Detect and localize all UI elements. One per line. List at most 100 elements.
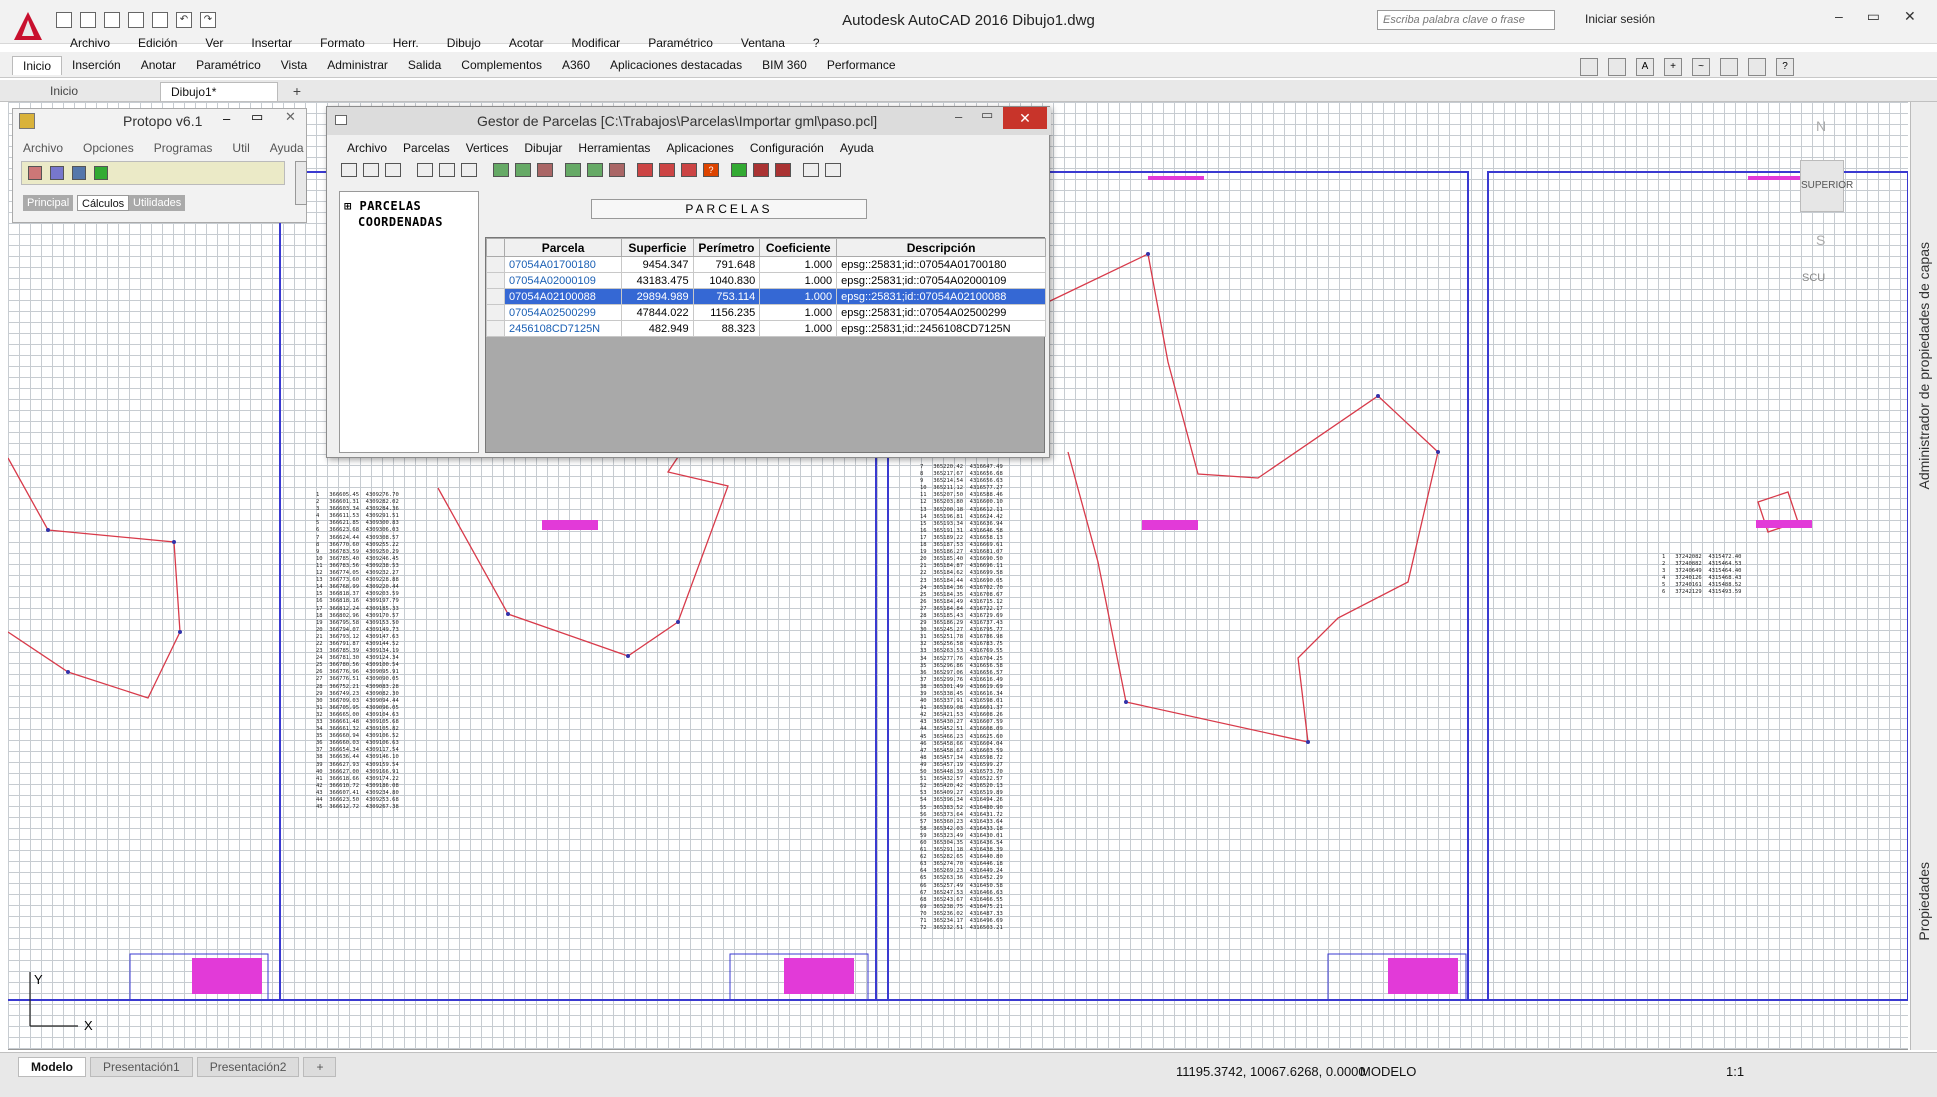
tree-view[interactable]: ⊞ PARCELAS COORDENADAS	[339, 191, 479, 453]
coordinate-readout[interactable]: 11195.3742, 10067.6268, 0.0000	[1176, 1064, 1366, 1079]
menu-dibujo[interactable]: Dibujo	[433, 34, 495, 52]
gml-icon[interactable]	[461, 163, 477, 177]
open-file-icon[interactable]	[363, 163, 379, 177]
tool-icon[interactable]	[28, 166, 42, 180]
tool-icon[interactable]	[50, 166, 64, 180]
dialog-menu-herramientas[interactable]: Herramientas	[570, 141, 658, 155]
draw-icon[interactable]	[681, 163, 697, 177]
tree-expander-icon[interactable]: ⊞	[344, 199, 352, 213]
grid-icon[interactable]	[493, 163, 509, 177]
menu-insertar[interactable]: Insertar	[237, 34, 306, 52]
table-row[interactable]: 07054A02500299 47844.022 1156.235 1.000 epsg…	[486, 304, 1046, 321]
tab-vista[interactable]: Vista	[271, 56, 317, 75]
dialog-title-bar[interactable]: Gestor de Parcelas [C:\Trabajos\Parcelas…	[327, 107, 1051, 135]
doc-tab-current[interactable]: Dibujo1*	[160, 82, 278, 101]
autocad-logo-icon[interactable]	[12, 10, 44, 42]
cell-coeficiente[interactable]: 1.000	[759, 304, 838, 321]
tab-bim360[interactable]: BIM 360	[752, 56, 817, 75]
save-icon[interactable]	[104, 12, 120, 28]
dialog-maximize-icon[interactable]: ▭	[981, 107, 993, 123]
dialog-menu-archivo[interactable]: Archivo	[339, 141, 395, 155]
menu-ventana[interactable]: Ventana	[727, 34, 799, 52]
cell-descripcion[interactable]: epsg::25831;id::07054A02000109	[836, 272, 1046, 289]
dialog-menu-vertices[interactable]: Vertices	[458, 141, 517, 155]
table-row[interactable]: 2456108CD7125N 482.949 88.323 1.000 epsg::25…	[486, 320, 1046, 337]
search-input[interactable]: Escriba palabra clave o frase	[1377, 10, 1555, 30]
protopo-tab-utilidades[interactable]: Utilidades	[129, 195, 186, 211]
menu-edicion[interactable]: Edición	[124, 34, 191, 52]
row-selector[interactable]	[486, 272, 505, 289]
protopo-menu-archivo[interactable]: Archivo	[23, 141, 63, 155]
dialog-menu-aplicaciones[interactable]: Aplicaciones	[658, 141, 741, 155]
dialog-menu-ayuda[interactable]: Ayuda	[832, 141, 882, 155]
tool-icon[interactable]	[94, 166, 108, 180]
close-icon[interactable]: ✕	[1904, 8, 1916, 25]
ucs-menu[interactable]: SCU	[1802, 272, 1825, 284]
tab-complementos[interactable]: Complementos	[451, 56, 552, 75]
column-header[interactable]: Coeficiente	[759, 238, 838, 257]
layers-palette-tab[interactable]: Administrador de propiedades de capas	[1916, 242, 1932, 490]
cell-parcela[interactable]: 07054A02500299	[503, 304, 623, 321]
cell-descripcion[interactable]: epsg::25831;id::07054A01700180	[836, 256, 1046, 273]
cell-superficie[interactable]: 9454.347	[621, 256, 694, 273]
cell-coeficiente[interactable]: 1.000	[759, 256, 838, 273]
annotation-scale[interactable]: 1:1	[1726, 1064, 1744, 1079]
model-space-toggle[interactable]: MODELO	[1360, 1064, 1416, 1079]
column-header[interactable]: Superficie	[621, 238, 694, 257]
tree-node-parcelas[interactable]: ⊞ PARCELAS	[344, 198, 474, 214]
menu-acotar[interactable]: Acotar	[495, 34, 558, 52]
help-icon[interactable]: ?	[1776, 58, 1794, 76]
menu-parametrico[interactable]: Paramétrico	[634, 34, 727, 52]
menu-modificar[interactable]: Modificar	[558, 34, 635, 52]
tab-anotar[interactable]: Anotar	[131, 56, 186, 75]
tab-inicio[interactable]: Inicio	[12, 56, 63, 75]
dialog-close-icon[interactable]: ✕	[1003, 107, 1047, 129]
cell-descripcion[interactable]: epsg::25831;id::07054A02100088	[836, 288, 1046, 305]
cell-parcela[interactable]: 2456108CD7125N	[503, 320, 623, 337]
tool-icon[interactable]	[753, 163, 769, 177]
undo-icon[interactable]: ↶	[176, 12, 192, 28]
polyline-icon[interactable]: ~	[1692, 58, 1710, 76]
table-icon[interactable]	[609, 163, 625, 177]
save-tool-icon[interactable]	[1608, 58, 1626, 76]
column-header[interactable]: Parcela	[503, 238, 623, 257]
table-row[interactable]: 07054A02100088 29894.989 753.114 1.000 epsg:…	[486, 288, 1046, 305]
menu-herr[interactable]: Herr.	[379, 34, 433, 52]
plugin-icon[interactable]	[1748, 58, 1766, 76]
dialog-menu-parcelas[interactable]: Parcelas	[395, 141, 458, 155]
layout-tab-presentacion2[interactable]: Presentación2	[196, 1057, 300, 1077]
add-tab-icon[interactable]: +	[288, 82, 306, 101]
viewcube[interactable]: SUPERIOR	[1800, 160, 1853, 212]
row-selector[interactable]	[486, 256, 505, 273]
column-header[interactable]: Descripción	[836, 238, 1046, 257]
grid-icon[interactable]	[515, 163, 531, 177]
cell-parcela[interactable]: 07054A02100088	[503, 288, 623, 305]
cell-superficie[interactable]: 29894.989	[621, 288, 694, 305]
calculator-icon[interactable]	[803, 163, 819, 177]
cell-perimetro[interactable]: 1040.830	[692, 272, 761, 289]
cell-perimetro[interactable]: 753.114	[692, 288, 761, 305]
protopo-tab-principal[interactable]: Principal	[23, 195, 74, 211]
dialog-menu-configuracion[interactable]: Configuración	[742, 141, 832, 155]
table-icon[interactable]	[587, 163, 603, 177]
protopo-minimize-icon[interactable]: –	[223, 111, 230, 126]
cell-perimetro[interactable]: 1156.235	[692, 304, 761, 321]
table-icon[interactable]	[565, 163, 581, 177]
new-icon[interactable]	[56, 12, 72, 28]
tab-salida[interactable]: Salida	[398, 56, 451, 75]
help-icon[interactable]: ?	[703, 163, 719, 177]
tool-icon[interactable]	[731, 163, 747, 177]
restore-icon[interactable]: ▭	[1867, 8, 1880, 25]
print-icon[interactable]	[152, 12, 168, 28]
tree-node-coordenadas[interactable]: COORDENADAS	[344, 214, 474, 230]
parcels-grid[interactable]: Parcela Superficie Perímetro Coeficiente…	[485, 237, 1046, 453]
menu-help[interactable]: ?	[799, 34, 834, 52]
cell-perimetro[interactable]: 88.323	[692, 320, 761, 337]
menu-ver[interactable]: Ver	[191, 34, 237, 52]
cell-superficie[interactable]: 43183.475	[621, 272, 694, 289]
cell-descripcion[interactable]: epsg::25831;id::2456108CD7125N	[836, 320, 1046, 337]
protopo-tab-calculos[interactable]: Cálculos	[77, 195, 130, 211]
table-row[interactable]: 07054A01700180 9454.347 791.648 1.000 epsg::…	[486, 256, 1046, 273]
dialog-menu-dibujar[interactable]: Dibujar	[516, 141, 570, 155]
layout-tab-modelo[interactable]: Modelo	[18, 1057, 86, 1077]
